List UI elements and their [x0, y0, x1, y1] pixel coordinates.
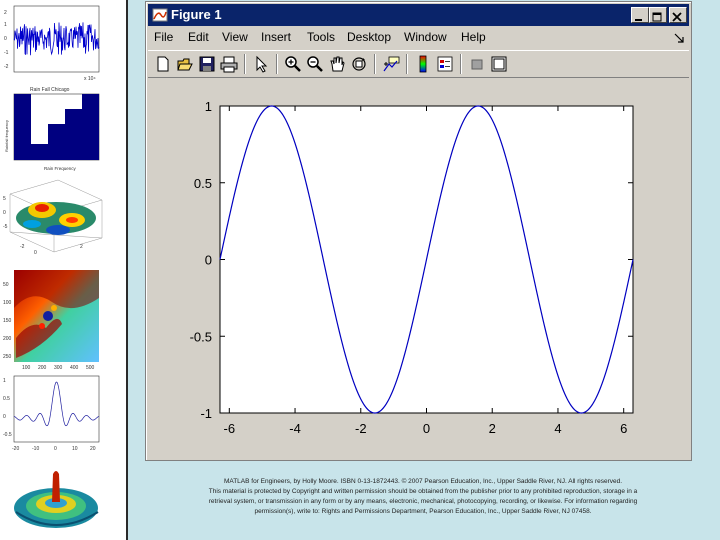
- sidebar-thumbnails: 2 1 0 -1 -2 x 10⁴ Rain Fall Chicago Rain…: [0, 0, 128, 540]
- thumbnail-rainfall-histogram: Rain Fall Chicago Rain Frequency Rainfal…: [4, 87, 100, 171]
- tick-label: -2: [4, 64, 9, 70]
- x-tick-label: -4: [289, 421, 301, 436]
- tick-label: 0: [3, 210, 6, 216]
- tick-label: 50: [3, 282, 9, 288]
- tick-label: 10: [72, 446, 78, 452]
- thumbnail-signal-plot: 2 1 0 -1 -2 x 10⁴: [4, 5, 100, 82]
- x-tick-label: 0: [423, 421, 430, 436]
- tick-label: 0.5: [3, 396, 10, 402]
- x-tick-label: 2: [489, 421, 496, 436]
- y-tick-label: 0: [205, 253, 212, 268]
- tick-label: 0: [4, 36, 7, 42]
- tick-label: -0.5: [3, 432, 12, 438]
- thumbnail-title: Rain Fall Chicago: [30, 87, 70, 93]
- thumbnail-xlabel: Rain Frequency: [44, 166, 77, 171]
- y-tick-label: 0.5: [194, 176, 212, 191]
- tick-label: 500: [86, 365, 95, 371]
- tick-label: -2: [20, 244, 25, 250]
- footer-line: retrieval system, or transmission in any…: [208, 498, 638, 505]
- tick-label: 0: [3, 414, 6, 420]
- tick-label: 5: [3, 196, 6, 202]
- tick-label: 150: [3, 318, 12, 324]
- footer-line: permission(s), write to: Rights and Perm…: [254, 508, 592, 515]
- tick-label: -10: [32, 446, 39, 452]
- footer-line: This material is protected by Copyright …: [208, 488, 638, 495]
- plot-axes-area: -6 -4 -2 0 2 4 6 1 0.5 0 -0.5 -1: [190, 99, 634, 436]
- x-tick-label: 4: [554, 421, 561, 436]
- tick-label: 100: [3, 300, 12, 306]
- y-tick-label: 1: [205, 99, 212, 114]
- thumbnail-3d-ripple: [14, 471, 99, 528]
- tick-label: 400: [70, 365, 79, 371]
- copyright-footer: MATLAB for Engineers, by Holly Moore. IS…: [178, 477, 668, 517]
- tick-label: 200: [38, 365, 47, 371]
- thumbnail-fractal-image: 50 100 150 200 250 100 200 300 400 500: [3, 270, 99, 371]
- x-tick-label: 6: [620, 421, 627, 436]
- tick-label: 2: [80, 244, 83, 250]
- x-tick-label: -2: [355, 421, 367, 436]
- footer-line: MATLAB for Engineers, by Holly Moore. IS…: [223, 478, 623, 485]
- tick-label: -20: [12, 446, 19, 452]
- tick-label: -5: [3, 224, 8, 230]
- thumbnail-3d-surface: 5 0 -5 -2 0 2: [3, 179, 103, 256]
- thumbnail-ylabel: Rainfall frequency: [4, 120, 9, 152]
- thumbnail-sinc-plot: 1 0.5 0 -0.5 -20 -10 0 10 20: [3, 375, 100, 452]
- figure-window: Figure 1 File Edit View Insert Tools Des…: [145, 1, 692, 461]
- tick-label: 20: [90, 446, 96, 452]
- tick-label: 2: [4, 10, 7, 16]
- x-tick-label: -6: [224, 421, 236, 436]
- tick-label: 100: [22, 365, 31, 371]
- axis-multiplier-label: x 10⁴: [84, 76, 96, 82]
- tick-label: 300: [54, 365, 63, 371]
- tick-label: -1: [4, 50, 9, 56]
- tick-label: 1: [3, 378, 6, 384]
- y-tick-label: -0.5: [190, 329, 212, 344]
- tick-label: 200: [3, 336, 12, 342]
- tick-label: 1: [4, 22, 7, 28]
- tick-label: 0: [34, 250, 37, 256]
- y-tick-label: -1: [200, 406, 212, 421]
- tick-label: 250: [3, 354, 12, 360]
- tick-label: 0: [54, 446, 57, 452]
